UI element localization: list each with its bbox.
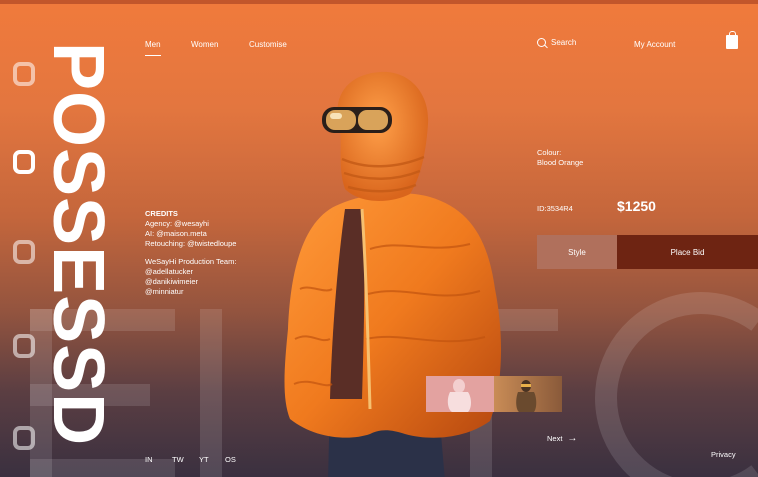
ring-icon: [13, 62, 35, 86]
product-model-image: [270, 69, 515, 477]
arrow-right-icon: →: [567, 433, 578, 444]
team-member: @minniatur: [145, 287, 184, 296]
social-link-yt[interactable]: YT: [199, 455, 209, 464]
team-member: @danikiwimeier: [145, 277, 199, 286]
product-price: $1250: [617, 198, 656, 214]
ring-icon: [13, 150, 35, 174]
nav-men[interactable]: Men: [145, 40, 161, 56]
credits-ai: AI: @maison.meta: [145, 229, 207, 238]
ring-icon: [13, 240, 35, 264]
ring-icon: [13, 334, 35, 358]
social-link-in[interactable]: IN: [145, 455, 153, 464]
nav-customise[interactable]: Customise: [249, 40, 287, 49]
search-button[interactable]: Search: [537, 38, 576, 47]
colour-label: Colour:: [537, 148, 562, 157]
thumbnail-tan-variant[interactable]: [494, 376, 562, 412]
credits-heading: CREDITS: [145, 209, 178, 218]
brand-logo[interactable]: POSSESSD: [38, 42, 118, 462]
team-heading: WeSayHi Production Team:: [145, 257, 237, 266]
brand-word: POSSESSD: [38, 42, 118, 447]
thumbnail-pink-variant[interactable]: [426, 376, 494, 412]
next-label: Next: [547, 434, 563, 443]
nav-women[interactable]: Women: [191, 40, 218, 49]
my-account-link[interactable]: My Account: [634, 40, 675, 49]
privacy-link[interactable]: Privacy: [711, 450, 736, 459]
product-page: POSSESSD Men Women Customise Search My A…: [0, 0, 758, 477]
credits-retouching: Retouching: @twistedloupe: [145, 239, 237, 248]
search-label: Search: [551, 38, 577, 47]
product-id: ID:3534R4: [537, 204, 573, 213]
colour-value: Blood Orange: [537, 158, 584, 167]
credits-block: CREDITS Agency: @wesayhi AI: @maison.met…: [145, 209, 236, 297]
place-bid-button[interactable]: Place Bid: [617, 235, 758, 269]
social-link-tw[interactable]: TW: [172, 455, 184, 464]
shopping-bag-icon[interactable]: [726, 31, 738, 49]
ring-icon: [13, 426, 35, 450]
next-button[interactable]: Next →: [547, 433, 577, 444]
social-link-os[interactable]: OS: [225, 455, 236, 464]
style-button[interactable]: Style: [537, 235, 617, 269]
team-member: @adellatucker: [145, 267, 194, 276]
credits-agency: Agency: @wesayhi: [145, 219, 209, 228]
search-icon: [537, 38, 546, 47]
